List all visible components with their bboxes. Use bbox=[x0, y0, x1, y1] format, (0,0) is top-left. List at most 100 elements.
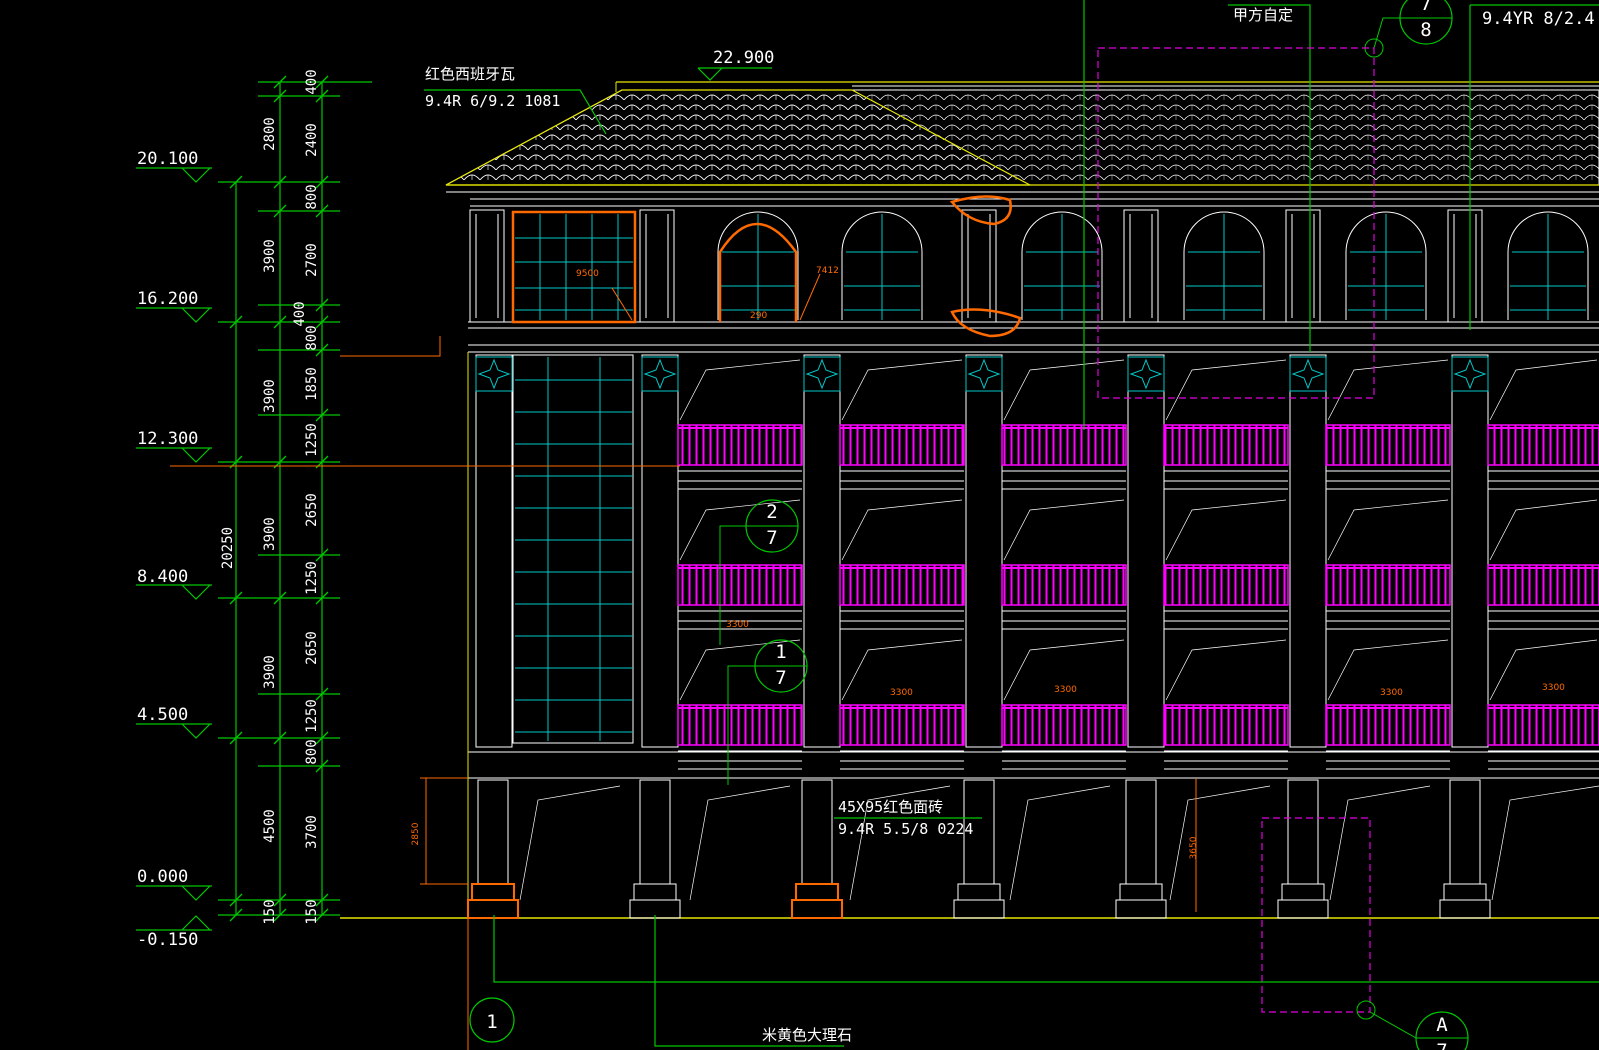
middle-floors bbox=[467, 352, 1599, 918]
top-column bbox=[469, 209, 505, 323]
ground-column bbox=[639, 779, 671, 885]
dim-text: 1850 bbox=[304, 367, 320, 401]
level-mark: 20.100 bbox=[137, 149, 198, 169]
axis-label: 1 bbox=[486, 1011, 497, 1033]
balcony-railing bbox=[839, 704, 965, 746]
level-mark: 12.300 bbox=[137, 429, 198, 449]
detail-bubble-top: A bbox=[1436, 1014, 1448, 1036]
roof bbox=[445, 81, 1599, 207]
brick-name: 45X95红色面砖 bbox=[838, 798, 943, 816]
top-column bbox=[1447, 209, 1483, 323]
detail-bubble-top: 1 bbox=[775, 641, 786, 663]
ground-column bbox=[1125, 779, 1157, 885]
level-marks: 20.100 16.200 12.300 8.400 4.500 0.000 -… bbox=[137, 149, 198, 950]
balcony-railing bbox=[1163, 424, 1289, 466]
dim-text: 3900 bbox=[262, 239, 278, 273]
level-mark: 8.400 bbox=[137, 567, 188, 587]
balcony-railing bbox=[677, 564, 803, 606]
internal-dim: 3300 bbox=[1380, 688, 1403, 698]
column-plinth bbox=[1115, 899, 1167, 919]
dim-text: 150 bbox=[304, 899, 320, 924]
dimension-chain bbox=[136, 75, 372, 931]
internal-dim: 3300 bbox=[1542, 683, 1565, 693]
orange-dim: 290 bbox=[750, 311, 767, 321]
column-base bbox=[471, 883, 515, 901]
ornament-panel bbox=[965, 356, 1003, 392]
owner-defined-leader bbox=[1083, 0, 1311, 430]
balcony-railing bbox=[1325, 424, 1451, 466]
dim-text: 3700 bbox=[304, 815, 320, 849]
shade-line bbox=[679, 499, 801, 561]
column-plinth bbox=[467, 899, 519, 919]
balcony-railing bbox=[1163, 564, 1289, 606]
shade-line bbox=[1169, 785, 1271, 901]
axis-bubble: 1 bbox=[469, 997, 515, 1043]
dim-text: 1250 bbox=[304, 423, 320, 457]
orange-dim: 7412 bbox=[816, 266, 839, 276]
ornament-panel bbox=[1127, 356, 1165, 392]
roof-tile-name: 红色西班牙瓦 bbox=[425, 65, 515, 83]
balcony-railing bbox=[1001, 424, 1127, 466]
dim-text: 400 bbox=[304, 69, 320, 94]
ornament-panel bbox=[1289, 356, 1327, 392]
balcony-railing bbox=[677, 424, 803, 466]
shade-line bbox=[1489, 499, 1598, 561]
shade-line bbox=[1165, 639, 1287, 701]
balcony-railing bbox=[839, 564, 965, 606]
shade-line bbox=[841, 499, 963, 561]
ornament-panel bbox=[1451, 356, 1489, 392]
level-mark: 0.000 bbox=[137, 867, 188, 887]
balcony-railing bbox=[1325, 704, 1451, 746]
shade-line bbox=[689, 785, 791, 901]
detail-bubble-bottom: 7 bbox=[766, 527, 777, 549]
pilaster bbox=[1127, 354, 1165, 748]
dim-text: 1250 bbox=[304, 561, 320, 595]
column-plinth bbox=[791, 899, 843, 919]
column-base bbox=[795, 883, 839, 901]
shade-line bbox=[1327, 359, 1449, 421]
top-column bbox=[1285, 209, 1321, 323]
column-base bbox=[633, 883, 677, 901]
pilaster bbox=[1289, 354, 1327, 748]
rosette-ornament bbox=[1129, 358, 1163, 390]
ground-column bbox=[1449, 779, 1481, 885]
level-mark: 4.500 bbox=[137, 705, 188, 725]
column-plinth bbox=[953, 899, 1005, 919]
ground-column bbox=[1287, 779, 1319, 885]
overall-height-dim: 20250 bbox=[220, 527, 236, 569]
pilaster bbox=[641, 354, 679, 748]
dim-text: 1250 bbox=[304, 699, 320, 733]
dim-text: 3900 bbox=[262, 379, 278, 413]
dim-text: 2800 bbox=[262, 117, 278, 151]
rosette-ornament bbox=[477, 358, 511, 390]
arched-windows bbox=[717, 211, 1589, 320]
roof-elevation-mark bbox=[697, 67, 772, 81]
dim-text: 2400 bbox=[304, 123, 320, 157]
pilaster bbox=[965, 354, 1003, 748]
dim-text: 150 bbox=[262, 899, 278, 924]
detail-bubble: A 7 bbox=[1356, 1000, 1469, 1050]
detail-bubble-bottom: 8 bbox=[1420, 19, 1431, 41]
balcony-railing bbox=[1487, 704, 1599, 746]
shade-line bbox=[1491, 785, 1599, 901]
shade-line bbox=[1003, 499, 1125, 561]
column-plinth bbox=[1439, 899, 1491, 919]
balcony-railing bbox=[1001, 564, 1127, 606]
balcony-railing bbox=[677, 704, 803, 746]
pilaster bbox=[803, 354, 841, 748]
stair-window bbox=[511, 210, 637, 744]
dim-text: 400 bbox=[292, 301, 308, 326]
shade-line bbox=[519, 785, 621, 901]
rosette-ornament bbox=[1291, 358, 1325, 390]
internal-dim: 3300 bbox=[890, 688, 913, 698]
marble-note: 米黄色大理石 bbox=[762, 1026, 852, 1044]
dim-text: 800 bbox=[304, 325, 320, 350]
rosette-ornament bbox=[1453, 358, 1487, 390]
column-base bbox=[957, 883, 1001, 901]
shade-line bbox=[1329, 785, 1431, 901]
rosette-ornament bbox=[805, 358, 839, 390]
internal-dim: 2850 bbox=[411, 822, 421, 845]
ground-column bbox=[801, 779, 833, 885]
dim-text: 2650 bbox=[304, 493, 320, 527]
ornament-panel bbox=[475, 356, 513, 392]
